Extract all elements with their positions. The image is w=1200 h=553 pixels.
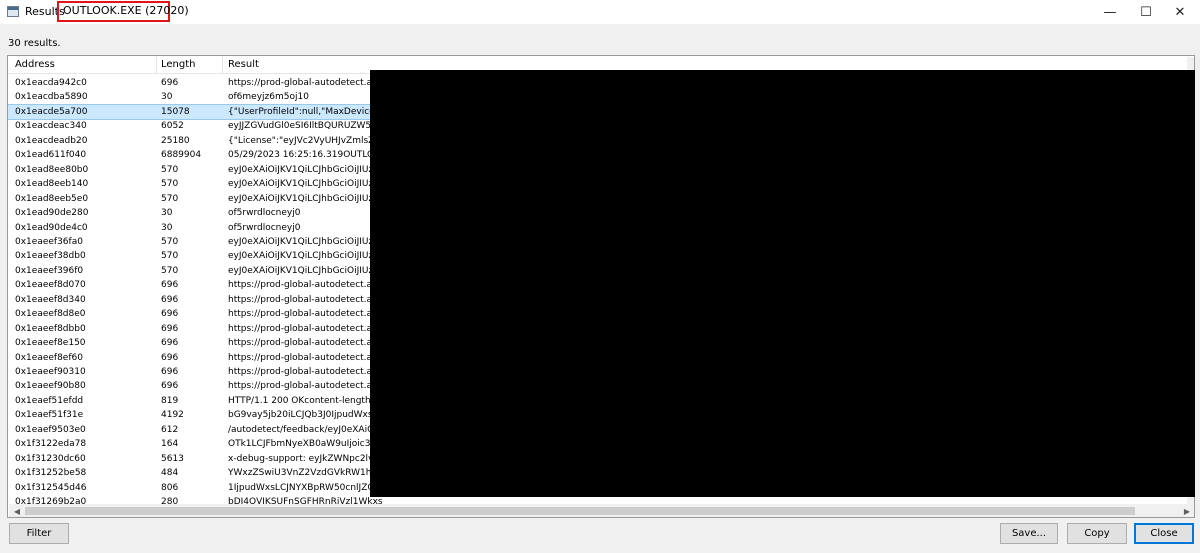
save-button-label: Save...: [1011, 528, 1047, 539]
row-address: 0x1eaef51efdd: [15, 395, 84, 406]
column-header-length[interactable]: Length: [161, 59, 196, 70]
row-length: 164: [161, 439, 179, 450]
row-address: 0x1f312545d46: [15, 482, 87, 493]
minimize-icon: —: [1103, 4, 1117, 20]
row-address: 0x1eaeef90b80: [15, 381, 86, 392]
row-length: 696: [161, 280, 179, 291]
row-address: 0x1eacdeadb20: [15, 135, 88, 146]
scroll-right-icon[interactable]: ▶: [1179, 504, 1194, 517]
row-length: 570: [161, 265, 179, 276]
row-length: 15078: [161, 106, 190, 117]
row-address: 0x1eaeef8d340: [15, 294, 86, 305]
row-length: 696: [161, 78, 179, 88]
row-length: 696: [161, 338, 179, 349]
row-length: 25180: [161, 135, 190, 146]
close-window-button[interactable]: ✕: [1163, 0, 1197, 24]
row-length: 696: [161, 381, 179, 392]
row-address: 0x1ead90de4c0: [15, 222, 88, 233]
app-window-icon: [7, 6, 19, 17]
process-name: OUTLOOK.EXE (27020): [63, 4, 189, 17]
scroll-left-icon[interactable]: ◀: [9, 504, 25, 517]
copy-button[interactable]: Copy: [1067, 523, 1127, 544]
row-address: 0x1eaef51f31e: [15, 410, 84, 421]
row-length: 696: [161, 323, 179, 334]
maximize-button[interactable]: ☐: [1129, 0, 1163, 24]
row-length: 6052: [161, 121, 184, 132]
row-address: 0x1eacdba5890: [15, 92, 88, 103]
row-address: 0x1eaeef8ef60: [15, 352, 83, 363]
row-length: 570: [161, 193, 179, 204]
row-address: 0x1f3122eda78: [15, 439, 87, 450]
row-address: 0x1eaeef396f0: [15, 265, 84, 276]
row-address: 0x1ead611f040: [15, 150, 87, 161]
row-address: 0x1eaef9503e0: [15, 424, 86, 435]
row-address: 0x1eacda942c0: [15, 78, 87, 88]
row-address: 0x1f31230dc60: [15, 453, 86, 464]
row-length: 696: [161, 352, 179, 363]
row-address: 0x1eaeef8d070: [15, 280, 86, 291]
row-address: 0x1eaeef8d8e0: [15, 309, 86, 320]
row-length: 30: [161, 92, 173, 103]
row-address: 0x1eacdeac340: [15, 121, 87, 132]
redaction-block: [370, 70, 1195, 497]
row-address: 0x1ead8eeb140: [15, 179, 89, 190]
row-length: 570: [161, 164, 179, 175]
row-length: 30: [161, 222, 173, 233]
maximize-icon: ☐: [1140, 4, 1152, 20]
row-address: 0x1eacde5a700: [15, 106, 88, 117]
title-bar: Results OUTLOOK.EXE (27020) — ☐ ✕: [0, 0, 1200, 24]
row-length: 30: [161, 208, 173, 219]
row-length: 570: [161, 251, 179, 262]
row-length: 484: [161, 468, 179, 479]
row-address: 0x1eaeef90310: [15, 367, 86, 377]
row-length: 570: [161, 236, 179, 247]
close-button[interactable]: Close: [1134, 523, 1194, 544]
row-length: 6889904: [161, 150, 202, 161]
row-address: 0x1eaeef38db0: [15, 251, 86, 262]
row-length: 612: [161, 424, 179, 435]
row-length: 806: [161, 482, 179, 493]
column-divider[interactable]: [156, 56, 157, 74]
horizontal-scroll-thumb[interactable]: [25, 507, 1135, 515]
row-length: 4192: [161, 410, 184, 421]
row-address: 0x1eaeef8e150: [15, 338, 86, 349]
row-address: 0x1ead8eeb5e0: [15, 193, 89, 204]
filter-button-label: Filter: [26, 528, 52, 539]
row-length: 696: [161, 367, 179, 377]
row-address: 0x1ead90de280: [15, 208, 89, 219]
row-length: 570: [161, 179, 179, 190]
close-icon: ✕: [1174, 4, 1186, 20]
close-button-label: Close: [1150, 528, 1178, 539]
column-header-address[interactable]: Address: [15, 59, 55, 70]
minimize-button[interactable]: —: [1093, 0, 1127, 24]
save-button[interactable]: Save...: [1000, 523, 1058, 544]
row-length: 5613: [161, 453, 184, 464]
row-address: 0x1f31252be58: [15, 468, 87, 479]
row-length: 696: [161, 309, 179, 320]
row-length: 819: [161, 395, 179, 406]
horizontal-scrollbar[interactable]: ◀ ▶: [9, 504, 1194, 517]
row-address: 0x1ead8ee80b0: [15, 164, 89, 175]
results-count: 30 results.: [8, 38, 61, 49]
row-address: 0x1eaeef8dbb0: [15, 323, 86, 334]
row-address: 0x1eaeef36fa0: [15, 236, 83, 247]
row-length: 696: [161, 294, 179, 305]
copy-button-label: Copy: [1084, 528, 1110, 539]
filter-button[interactable]: Filter: [9, 523, 69, 544]
column-divider[interactable]: [222, 56, 223, 74]
column-header-result[interactable]: Result: [228, 59, 259, 70]
